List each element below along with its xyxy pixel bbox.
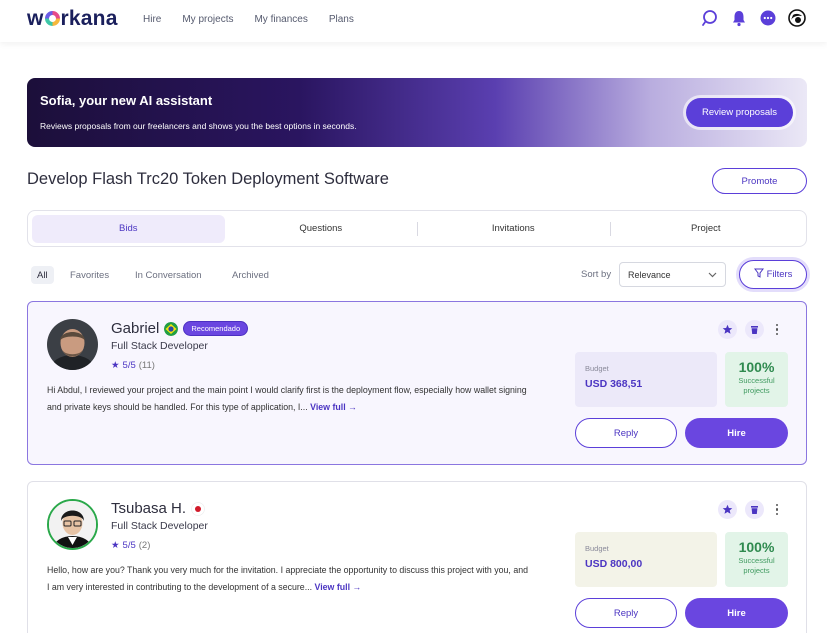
top-nav: w rkana Hire My projects My finances Plan… — [0, 0, 827, 42]
filter-chip-all[interactable]: All — [31, 266, 54, 284]
success-box: 100% Successful projects — [725, 352, 788, 407]
chat-icon[interactable] — [759, 9, 777, 27]
avatar[interactable] — [47, 499, 98, 550]
freelancer-role: Full Stack Developer — [111, 520, 208, 532]
reply-button[interactable]: Reply — [575, 418, 677, 448]
budget-value: USD 368,51 — [585, 378, 643, 390]
rating-value: 5/5 — [122, 540, 136, 551]
review-count: (11) — [138, 360, 155, 371]
favorite-star-icon[interactable] — [718, 500, 737, 519]
star-icon: ★ — [111, 540, 120, 551]
review-proposals-button[interactable]: Review proposals — [686, 98, 793, 127]
view-full-link[interactable]: View full → — [310, 402, 357, 412]
success-percent: 100% — [738, 359, 775, 375]
proposal-body: Hi Abdul, I reviewed your project and th… — [47, 385, 527, 412]
project-tabs: Bids Questions Invitations Project — [27, 210, 807, 247]
rating: ★ 5/5 (11) — [111, 360, 155, 371]
freelancer-header: Tsubasa H. — [111, 500, 205, 517]
ai-assistant-banner: Sofia, your new AI assistant Reviews pro… — [27, 78, 807, 147]
filter-chip-in-conversation[interactable]: In Conversation — [129, 266, 208, 284]
view-full-link[interactable]: View full → — [314, 582, 361, 592]
tab-project[interactable]: Project — [609, 215, 803, 243]
reply-button[interactable]: Reply — [575, 598, 677, 628]
budget-label: Budget — [585, 544, 609, 553]
brazil-flag-icon — [164, 321, 179, 336]
sort-label: Sort by — [581, 269, 612, 280]
bell-icon[interactable] — [730, 9, 748, 27]
filters-button-label: Filters — [766, 269, 793, 280]
bid-card: Tsubasa H. Full Stack Developer ★ 5/5 (2… — [27, 481, 807, 633]
more-options-icon[interactable] — [772, 500, 782, 519]
budget-value: USD 800,00 — [585, 558, 643, 570]
banner-subtitle: Reviews proposals from our freelancers a… — [40, 121, 357, 131]
favorite-star-icon[interactable] — [718, 320, 737, 339]
success-percent: 100% — [738, 539, 775, 555]
budget-label: Budget — [585, 364, 609, 373]
rating-value: 5/5 — [122, 360, 136, 371]
archive-trash-icon[interactable] — [745, 320, 764, 339]
search-icon[interactable] — [701, 9, 719, 27]
nav-link-hire[interactable]: Hire — [143, 14, 161, 25]
star-icon: ★ — [111, 360, 120, 371]
freelancer-name[interactable]: Tsubasa H. — [111, 500, 186, 517]
nav-link-my-finances[interactable]: My finances — [254, 14, 307, 25]
avatar[interactable] — [47, 319, 98, 370]
filter-chip-favorites[interactable]: Favorites — [64, 266, 115, 284]
filters-button[interactable]: Filters — [739, 260, 807, 289]
freelancer-name[interactable]: Gabriel — [111, 320, 159, 337]
success-label: Successful projects — [738, 556, 775, 575]
filter-row: All Favorites In Conversation Archived S… — [27, 260, 807, 289]
bid-card: Gabriel Recomendado Full Stack Developer… — [27, 301, 807, 465]
filter-funnel-icon — [753, 268, 764, 281]
more-options-icon[interactable] — [772, 320, 782, 339]
freelancer-role: Full Stack Developer — [111, 340, 208, 352]
profile-avatar[interactable] — [788, 9, 806, 27]
japan-flag-icon — [191, 501, 205, 516]
budget-box: Budget USD 800,00 — [575, 532, 717, 587]
sort-select[interactable]: Relevance — [619, 262, 726, 287]
workana-logo[interactable]: w rkana — [27, 7, 118, 31]
bid-actions — [718, 500, 782, 519]
review-count: (2) — [138, 540, 151, 551]
sort-value: Relevance — [628, 269, 671, 280]
freelancer-header: Gabriel Recomendado — [111, 320, 249, 337]
success-label: Successful projects — [738, 376, 775, 395]
bid-actions — [718, 320, 782, 339]
proposal-text: Hello, how are you? Thank you very much … — [47, 562, 532, 596]
hire-button[interactable]: Hire — [685, 418, 788, 448]
hire-button[interactable]: Hire — [685, 598, 788, 628]
nav-link-plans[interactable]: Plans — [329, 14, 354, 25]
filter-chip-archived[interactable]: Archived — [226, 266, 275, 284]
rating: ★ 5/5 (2) — [111, 540, 150, 551]
archive-trash-icon[interactable] — [745, 500, 764, 519]
tab-invitations[interactable]: Invitations — [417, 215, 610, 243]
proposal-text: Hi Abdul, I reviewed your project and th… — [47, 382, 532, 416]
recommended-badge: Recomendado — [183, 321, 249, 336]
tab-questions[interactable]: Questions — [225, 215, 418, 243]
nav-icons — [701, 9, 806, 27]
tab-bids[interactable]: Bids — [32, 214, 225, 243]
budget-box: Budget USD 368,51 — [575, 352, 717, 407]
chevron-down-icon — [708, 270, 717, 280]
page-title: Develop Flash Trc20 Token Deployment Sof… — [27, 170, 389, 188]
proposal-body: Hello, how are you? Thank you very much … — [47, 565, 528, 592]
success-box: 100% Successful projects — [725, 532, 788, 587]
nav-links: Hire My projects My finances Plans — [143, 14, 354, 25]
promote-button[interactable]: Promote — [712, 168, 807, 194]
banner-title: Sofia, your new AI assistant — [40, 93, 213, 108]
nav-link-my-projects[interactable]: My projects — [182, 14, 233, 25]
